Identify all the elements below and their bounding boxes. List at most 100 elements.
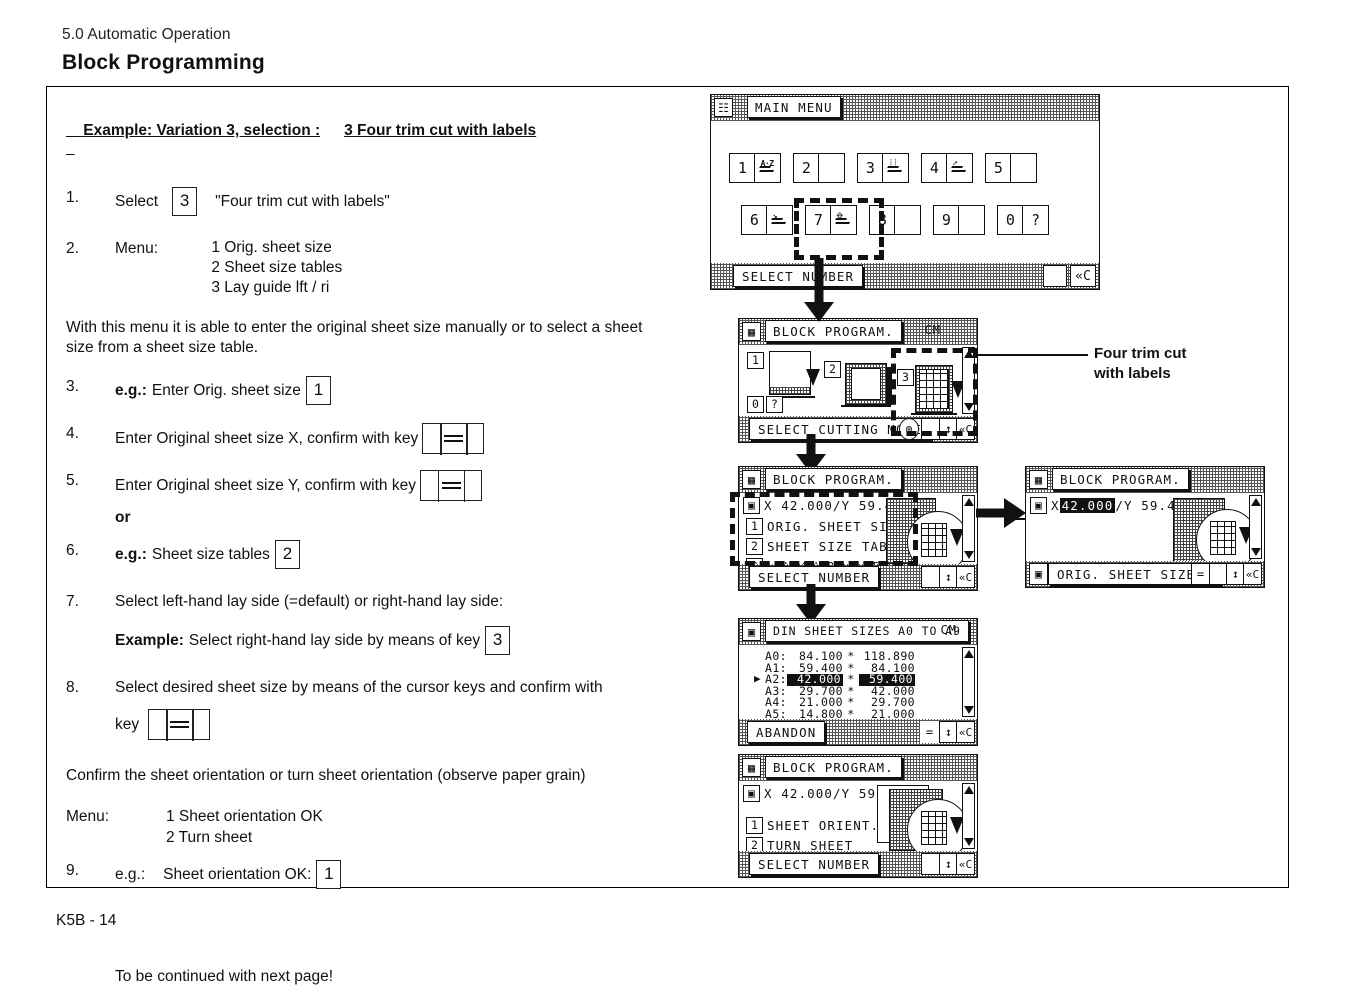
screen-orig-sheet-x[interactable]: ▦ BLOCK PROGRAM. ▣ X 42.000/Y 59.400 ▣ OR… <box>1025 466 1265 588</box>
key-3[interactable]: 3 <box>485 626 511 655</box>
orientation-option-1[interactable]: 1 <box>746 817 763 834</box>
blank-icon <box>894 205 921 235</box>
keypad-icon[interactable] <box>921 853 941 875</box>
scroll-up-arrow[interactable] <box>963 650 974 658</box>
step-9: 9. e.g.: Sheet orientation OK: 1 <box>66 860 666 889</box>
button-5-number: 5 <box>985 153 1012 183</box>
step-3: 3. e.g.: Enter Orig. sheet size 1 <box>66 376 666 405</box>
main-menu-statusbar: SELECT NUMBER «C <box>711 263 1099 289</box>
screen-flow-diagram: ☷ MAIN MENU 1 A·Z 2 3 ┊┊ 4 ➚ 5 6 ↘ 7 ⎒ 8… <box>698 86 1289 888</box>
step-8-number: 8. <box>66 679 79 696</box>
block-menu-scrollbar[interactable] <box>962 495 975 562</box>
block-menu-statusbar: SELECT NUMBER ↕ «C <box>739 564 977 590</box>
flow-arrow-right-1 <box>976 498 1026 528</box>
scroll-down-arrow[interactable] <box>963 551 974 559</box>
help-option-0[interactable]: 0 <box>747 396 764 413</box>
main-menu-titlebar: ☷ MAIN MENU <box>711 95 1099 121</box>
page-title: Block Programming <box>62 51 265 74</box>
main-menu-button-0[interactable]: 0 ? <box>997 205 1049 235</box>
main-menu-status-text: SELECT NUMBER <box>733 265 864 287</box>
stacked-sheets-cut-icon: ┊┊ <box>882 153 909 183</box>
section-label: 5.0 Automatic Operation <box>62 26 231 43</box>
orig-x-value[interactable]: 42.000 <box>1059 498 1116 513</box>
back-icon[interactable]: «C <box>1243 563 1262 585</box>
page-header: 5.0 Automatic Operation Block Programmin… <box>62 26 265 75</box>
main-menu-button-1[interactable]: 1 A·Z <box>729 153 781 183</box>
block-menu-titlebar: ▦ BLOCK PROGRAM. <box>739 467 977 493</box>
instructions-column: Example: Variation 3, selection : 3 Four … <box>66 104 666 987</box>
main-menu-button-6[interactable]: 6 ↘ <box>741 205 793 235</box>
key-1[interactable]: 1 <box>316 860 342 889</box>
callout-line-2: with labels <box>1094 365 1171 382</box>
step-8-text: Select desired sheet size by means of th… <box>115 679 603 696</box>
help-question-icon[interactable]: ? <box>766 396 783 413</box>
menu-item-orig-sheet-size: 1 Orig. sheet size <box>211 239 332 256</box>
blank-icon <box>958 205 985 235</box>
step-3-text: Enter Orig. sheet size <box>151 382 301 399</box>
key-1[interactable]: 1 <box>305 376 331 405</box>
screen-orientation[interactable]: ▦ BLOCK PROGRAM. ▣ X 42.000/Y 59.400 1 S… <box>738 754 978 878</box>
enter-key-icon[interactable] <box>148 708 211 741</box>
step-9-number: 9. <box>66 862 79 879</box>
scroll-up-arrow[interactable] <box>963 786 974 794</box>
sheet-size-indicator-icon: ▣ <box>1029 563 1048 585</box>
main-menu-button-3[interactable]: 3 ┊┊ <box>857 153 909 183</box>
orientation-title: BLOCK PROGRAM. <box>765 756 902 778</box>
sheet-size-indicator-icon: ▣ <box>743 785 760 802</box>
key-2[interactable]: 2 <box>274 540 300 569</box>
orientation-scrollbar[interactable] <box>962 783 975 849</box>
step-6: 6. e.g.: Sheet size tables 2 <box>66 540 666 569</box>
cut-arrow-1 <box>806 369 820 386</box>
orig-x-scrollbar[interactable] <box>1249 495 1262 559</box>
screen-din-table[interactable]: ▣ DIN SHEET SIZES A0 TO A9 CM A0: 84.100 *… <box>738 618 978 746</box>
key-3[interactable]: 3 <box>172 187 198 216</box>
example-heading: Example: Variation 3, selection : 3 Four … <box>66 104 666 158</box>
back-icon[interactable]: «C <box>1070 265 1096 287</box>
orig-x-titlebar: ▦ BLOCK PROGRAM. <box>1026 467 1264 493</box>
scroll-up-arrow[interactable] <box>1250 498 1261 506</box>
highlight-button-7 <box>794 198 884 260</box>
keypad-icon[interactable] <box>1043 265 1067 287</box>
din-scrollbar[interactable] <box>962 647 975 717</box>
back-icon[interactable]: «C <box>956 853 975 875</box>
equals-icon[interactable]: = <box>920 721 939 743</box>
cutting-mode-option-2[interactable]: 2 <box>824 361 841 378</box>
main-menu-button-4[interactable]: 4 ➚ <box>921 153 973 183</box>
scroll-down-arrow[interactable] <box>963 838 974 846</box>
step-2-menu-list: 1 Orig. sheet size 2 Sheet size tables 3… <box>211 238 342 298</box>
enter-key-icon[interactable] <box>419 469 482 502</box>
menu2-item-orientation-ok: 1 Sheet orientation OK <box>166 808 323 825</box>
example-heading-left: Example: Variation 3, selection : <box>83 122 321 139</box>
scroll-up-arrow[interactable] <box>963 498 974 506</box>
back-icon[interactable]: «C <box>956 566 975 588</box>
din-abandon-button[interactable]: ABANDON <box>747 721 826 743</box>
book-icon: ☷ <box>714 98 733 117</box>
enter-key-icon[interactable] <box>422 422 485 455</box>
confirm-paragraph: Confirm the sheet orientation or turn sh… <box>66 767 586 784</box>
scroll-down-arrow[interactable] <box>963 706 974 714</box>
keypad-icon[interactable] <box>921 566 941 588</box>
step-8-key-label: key <box>115 716 140 733</box>
main-menu-button-5[interactable]: 5 <box>985 153 1037 183</box>
step-3-eg: e.g.: <box>115 382 147 399</box>
scroll-down-arrow[interactable] <box>1250 548 1261 556</box>
equals-icon[interactable]: = <box>1191 563 1210 585</box>
main-menu-button-2[interactable]: 2 <box>793 153 845 183</box>
block-program-icon: ▦ <box>1029 470 1048 489</box>
sheet-size-indicator-icon: ▣ <box>1030 497 1047 514</box>
block-program-icon: ▦ <box>742 470 761 489</box>
menu-item-sheet-size-tables: 2 Sheet size tables <box>211 259 343 276</box>
labels-grid-preview <box>921 811 947 845</box>
orig-x-prefix: X <box>1051 498 1060 513</box>
button-2-number: 2 <box>793 153 820 183</box>
cutting-mode-option-1[interactable]: 1 <box>747 352 764 369</box>
callout-line-1: Four trim cut <box>1094 345 1187 362</box>
screen-main-menu[interactable]: ☷ MAIN MENU 1 A·Z 2 3 ┊┊ 4 ➚ 5 6 ↘ 7 ⎒ 8… <box>710 94 1100 290</box>
cursor-icon: ▶ <box>754 672 762 686</box>
continued-note: To be continued with next page! <box>115 968 334 985</box>
main-menu-button-9[interactable]: 9 <box>933 205 985 235</box>
back-icon[interactable]: «C <box>956 721 975 743</box>
step-1: 1. Select 3 "Four trim cut with labels" <box>66 187 666 216</box>
step-1-number: 1. <box>66 189 79 206</box>
menu-2-label: Menu: <box>66 808 110 825</box>
